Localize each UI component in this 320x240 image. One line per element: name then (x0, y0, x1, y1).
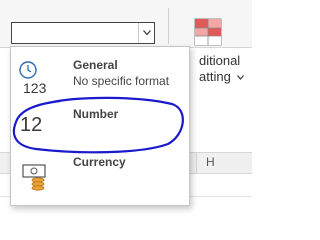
ribbon-group-separator (168, 8, 169, 44)
chevron-down-icon (143, 30, 151, 36)
menu-item-general[interactable]: 123 General No specific format (11, 53, 189, 103)
number-format-combo[interactable] (11, 22, 155, 44)
menu-item-number-title: Number (73, 107, 119, 121)
column-separator (196, 152, 197, 173)
svg-text:123: 123 (23, 80, 47, 95)
chevron-down-icon (237, 75, 244, 80)
currency-icon (22, 164, 46, 191)
menu-item-general-subtitle: No specific format (73, 74, 170, 88)
conditional-formatting-label[interactable]: ditional (199, 53, 240, 68)
number-format-input[interactable] (12, 23, 138, 43)
column-header-h[interactable]: H (206, 155, 215, 169)
menu-item-currency-title: Currency (73, 155, 126, 169)
conditional-formatting-label-2[interactable]: atting (199, 69, 231, 84)
number-format-dropdown-button[interactable] (138, 23, 154, 43)
clock-123-icon: 123 (19, 61, 47, 95)
conditional-formatting-icon[interactable] (193, 17, 223, 47)
menu-item-general-title: General (73, 58, 118, 72)
number-12-icon: 12 (20, 114, 43, 136)
menu-item-currency[interactable]: Currency (11, 151, 189, 201)
